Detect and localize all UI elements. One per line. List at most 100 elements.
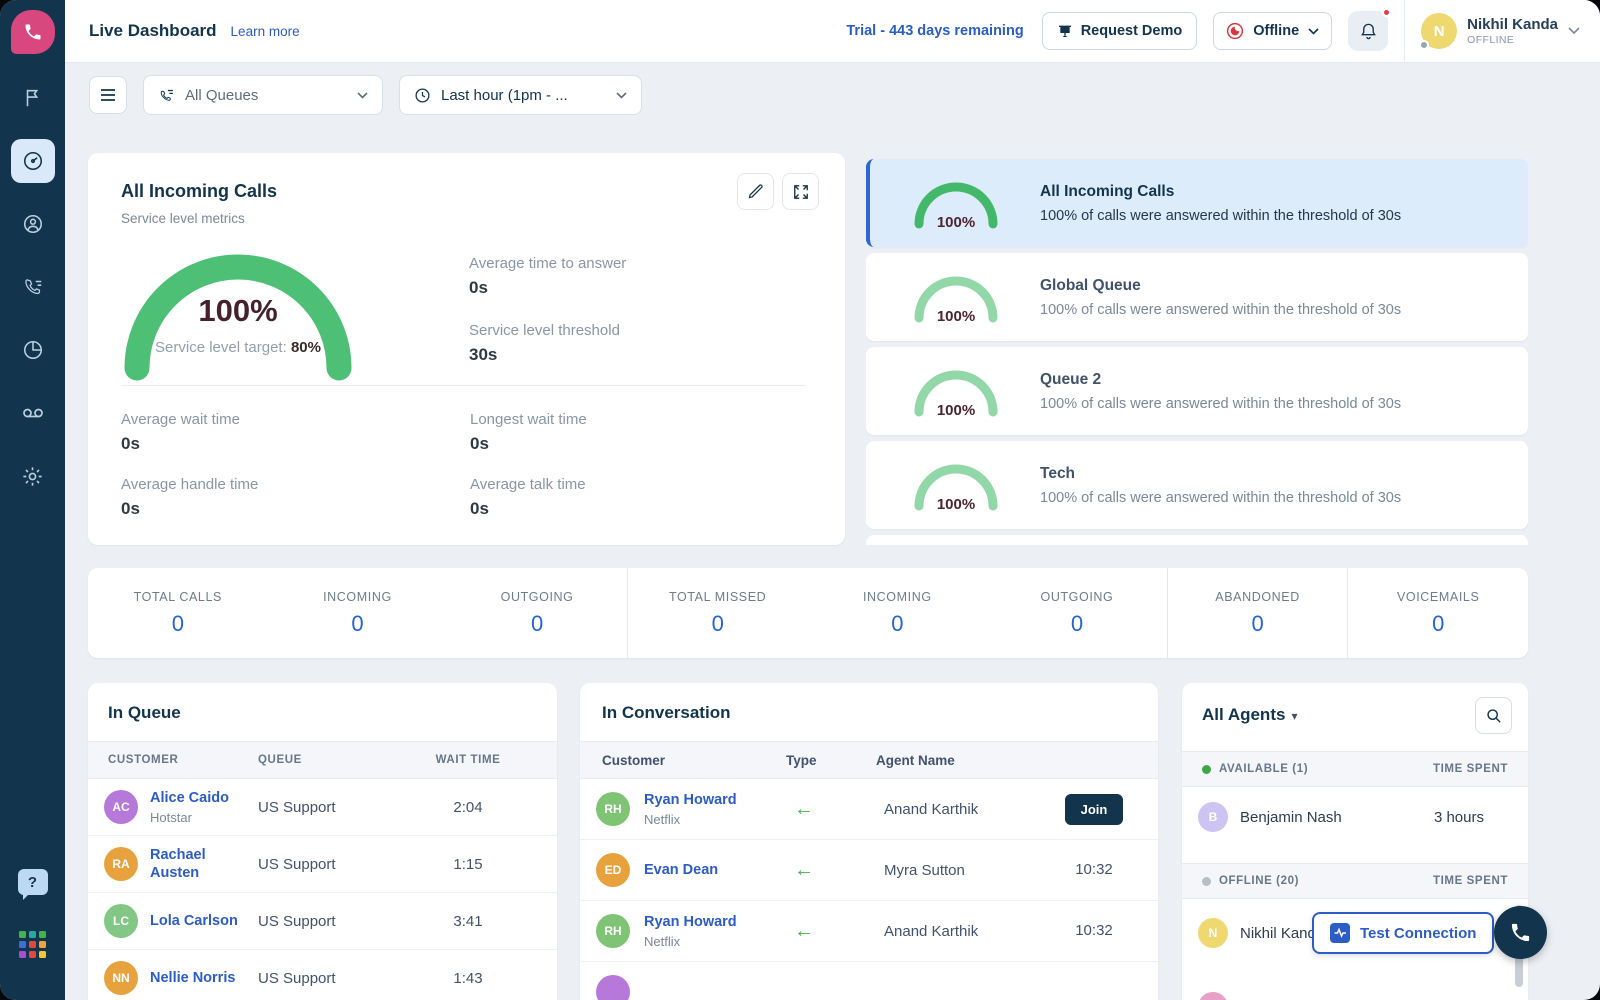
brand-logo[interactable] (11, 10, 55, 54)
page-title: Live Dashboard (89, 21, 217, 41)
avatar: ED (596, 853, 630, 887)
customer-link[interactable]: Lola Carlson (150, 913, 238, 929)
table-row[interactable]: AC Alice CaidoHotstar US Support 2:04 (88, 779, 557, 836)
avatar: N (1421, 13, 1457, 49)
incoming-call-arrow-icon: ← (794, 798, 814, 820)
table-row[interactable]: RA Rachael Austen US Support 1:15 (88, 836, 557, 893)
sidebar-item-call-logs[interactable] (11, 265, 55, 309)
panel-subtitle: Service level metrics (121, 211, 245, 226)
customer-link[interactable]: Rachael Austen (150, 847, 206, 881)
avatar (596, 975, 630, 1000)
metric: Longest wait time 0s (470, 411, 811, 454)
clock-icon (414, 87, 431, 104)
user-menu[interactable]: N Nikhil Kanda OFFLINE (1421, 13, 1580, 49)
incoming-call-arrow-icon: ← (794, 859, 814, 881)
call-duration: 10:32 (1075, 861, 1113, 878)
avatar (1198, 992, 1228, 1000)
time-range-dropdown[interactable]: Last hour (1pm - ... (399, 75, 642, 115)
available-status-dot (1202, 765, 1211, 774)
mini-gauge: 100% (910, 269, 1002, 325)
avatar: LC (104, 904, 138, 938)
voicemail-icon (21, 401, 45, 425)
call-log-icon (22, 276, 44, 298)
stat-total-calls: TOTAL CALLS0 (88, 590, 268, 637)
agent-row[interactable]: B Benjamin Nash 3 hours (1182, 789, 1528, 845)
table-row[interactable]: ED Evan Dean ← Myra Sutton 10:32 (580, 840, 1158, 901)
sidebar-item-contacts[interactable] (11, 202, 55, 246)
panel-title: In Queue (108, 703, 181, 723)
queue-card-tech[interactable]: 100% Tech100% of calls were answered wit… (866, 441, 1528, 529)
queue-filter-icon (158, 87, 175, 104)
filter-bar: All Queues Last hour (1pm - ... (65, 63, 1600, 127)
sidebar-item-dashboard[interactable] (11, 139, 55, 183)
stat-total-missed: TOTAL MISSED0 (627, 568, 808, 658)
customer-link[interactable]: Alice Caido (150, 790, 229, 806)
metric: Service level threshold 30s (469, 322, 626, 365)
dialer-fab[interactable] (1494, 906, 1547, 959)
gauge-target: Service level target: 80% (122, 339, 354, 356)
sidebar-item-announcements[interactable] (11, 76, 55, 120)
flag-icon (22, 87, 44, 109)
help-button[interactable]: ? (18, 869, 48, 895)
avatar: RA (104, 847, 138, 881)
queue-card-global-queue[interactable]: 100% Global Queue100% of calls were answ… (866, 253, 1528, 341)
panel-title: All Incoming Calls (121, 181, 277, 202)
table-header: CUSTOMERQUEUEWAIT TIME (88, 741, 557, 779)
queue-menu-button[interactable] (89, 76, 127, 114)
table-header: CustomerTypeAgent Name (580, 741, 1158, 779)
queue-card-all-incoming[interactable]: 100% All Incoming Calls100% of calls wer… (866, 159, 1528, 247)
table-row[interactable]: RH Ryan HowardNetflix ← Anand Karthik 10… (580, 901, 1158, 962)
request-demo-button[interactable]: Request Demo (1042, 12, 1198, 50)
customer-link[interactable]: Ryan Howard (644, 792, 737, 808)
customer-link[interactable]: Nellie Norris (150, 970, 235, 986)
incoming-call-arrow-icon: ← (794, 920, 814, 942)
agents-section-offline: OFFLINE (20) TIME SPENT (1182, 863, 1528, 899)
status-dot (1419, 40, 1429, 50)
customer-link[interactable]: Evan Dean (644, 862, 718, 878)
metric: Average talk time 0s (470, 476, 811, 519)
expand-button[interactable] (782, 173, 819, 210)
table-row[interactable]: RH Ryan HowardNetflix ← Anand Karthik Jo… (580, 779, 1158, 840)
avatar: RH (596, 914, 630, 948)
search-agents-button[interactable] (1475, 697, 1512, 734)
test-connection-button[interactable]: Test Connection (1312, 912, 1494, 954)
caret-down-icon: ▾ (1291, 709, 1297, 723)
agents-filter-dropdown[interactable]: All Agents▾ (1202, 705, 1297, 725)
join-call-button[interactable]: Join (1065, 794, 1124, 825)
queue-card-partial (866, 535, 1528, 545)
metric: Average wait time 0s (121, 411, 470, 454)
sidebar-item-reports[interactable] (11, 328, 55, 372)
phone-icon (1509, 921, 1532, 944)
app-switcher-icon[interactable] (19, 931, 46, 958)
call-stats-bar: TOTAL CALLS0 INCOMING0 OUTGOING0 TOTAL M… (88, 568, 1528, 658)
stat-incoming: INCOMING0 (268, 590, 448, 637)
edit-button[interactable] (737, 173, 774, 210)
customer-link[interactable]: Ryan Howard (644, 914, 737, 930)
learn-more-link[interactable]: Learn more (231, 24, 300, 39)
connection-pulse-icon (1330, 923, 1350, 943)
stat-voicemails: VOICEMAILS0 (1347, 568, 1528, 658)
chevron-down-icon (357, 92, 368, 99)
queue-service-level-list: 100% All Incoming Calls100% of calls wer… (866, 153, 1528, 545)
service-level-panel: All Incoming Calls Service level metrics… (88, 153, 845, 545)
in-queue-panel: In Queue CUSTOMERQUEUEWAIT TIME AC Alice… (88, 683, 557, 1000)
dashboard-icon (22, 150, 44, 172)
contact-icon (22, 213, 44, 235)
offline-status-icon (1226, 22, 1244, 40)
queue-card-queue-2[interactable]: 100% Queue 2100% of calls were answered … (866, 347, 1528, 435)
notification-dot (1382, 8, 1391, 17)
chevron-down-icon (1308, 28, 1319, 35)
queues-filter-dropdown[interactable]: All Queues (143, 75, 383, 115)
stat-abandoned: ABANDONED0 (1167, 568, 1348, 658)
notifications-button[interactable] (1348, 11, 1388, 51)
expand-icon (793, 184, 809, 200)
stat-missed-incoming: INCOMING0 (808, 590, 988, 637)
sidebar-item-settings[interactable] (11, 454, 55, 498)
agent-status-dropdown[interactable]: Offline (1213, 12, 1332, 50)
top-header: Live Dashboard Learn more Trial - 443 da… (65, 0, 1600, 63)
pencil-icon (747, 183, 764, 200)
table-row[interactable]: LC Lola Carlson US Support 3:41 (88, 893, 557, 950)
sidebar-item-voicemail[interactable] (11, 391, 55, 435)
avatar: NN (104, 961, 138, 995)
table-row[interactable]: NN Nellie Norris US Support 1:43 (88, 950, 557, 1000)
